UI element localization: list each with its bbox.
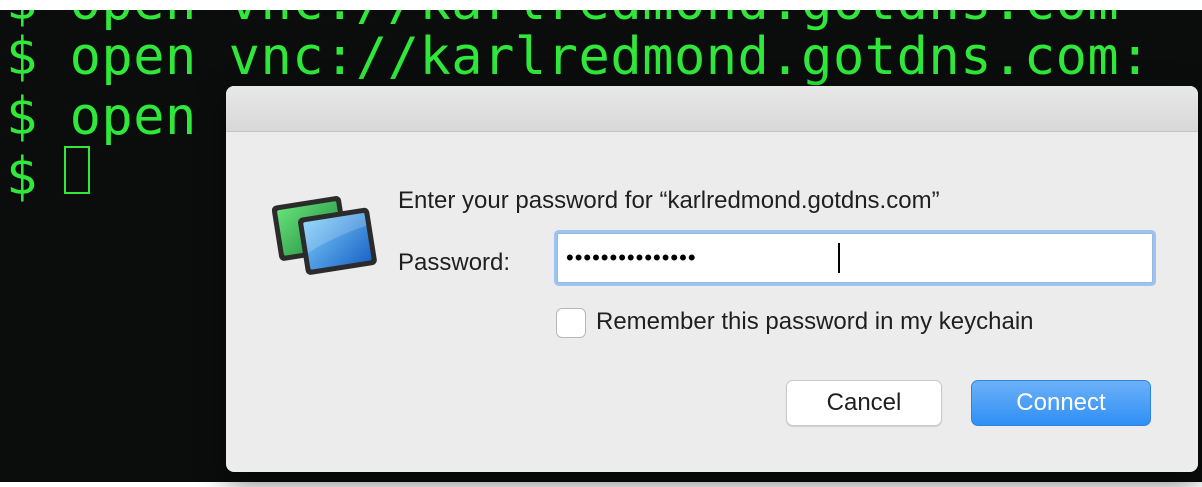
password-masked-value: •••••••••••••••	[566, 245, 697, 270]
terminal-cursor	[64, 146, 90, 194]
remember-keychain-checkbox[interactable]	[556, 308, 586, 338]
terminal-prompt-line: $	[6, 147, 70, 207]
connect-button[interactable]: Connect	[971, 380, 1151, 426]
text-caret	[838, 243, 840, 273]
screen-sharing-app-icon	[272, 196, 377, 275]
dialog-titlebar[interactable]	[226, 86, 1198, 132]
password-label: Password:	[398, 249, 511, 276]
cancel-button[interactable]: Cancel	[786, 380, 942, 426]
password-prompt-text: Enter your password for “karlredmond.got…	[398, 187, 940, 214]
terminal-line: $ open v	[6, 87, 261, 147]
password-field[interactable]: •••••••••••••••	[557, 233, 1153, 283]
remember-keychain-label[interactable]: Remember this password in my keychain	[596, 307, 1034, 337]
vnc-password-dialog: Enter your password for “karlredmond.got…	[226, 86, 1198, 472]
terminal-line: $ open vnc://karlredmond.gotdns.com:	[6, 27, 1152, 87]
